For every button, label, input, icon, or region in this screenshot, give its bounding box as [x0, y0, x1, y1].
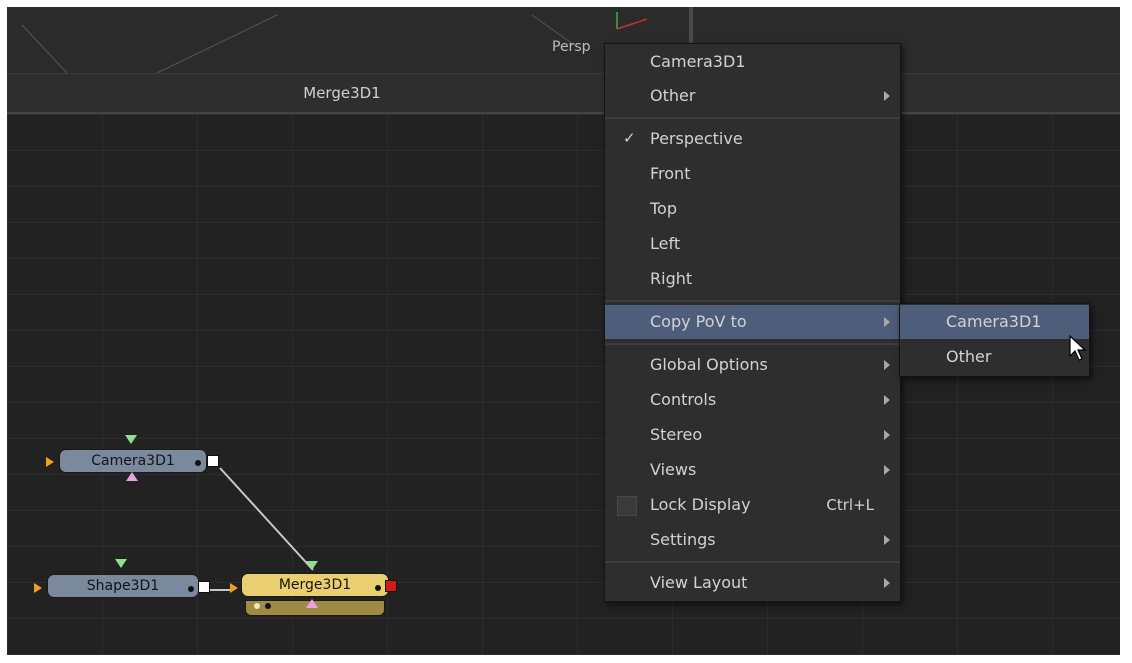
submenu-arrow-icon — [884, 578, 890, 588]
merge-input-triangle-icon[interactable] — [306, 561, 318, 570]
flow-title: Merge3D1 — [303, 84, 381, 102]
node-merge3d1-label: Merge3D1 — [278, 577, 352, 593]
camera-output-square-icon[interactable] — [207, 455, 219, 467]
submenu-arrow-icon — [884, 465, 890, 475]
node-shape3d1[interactable]: Shape3D1 — [47, 574, 199, 598]
menu-item-right[interactable]: Right — [605, 262, 900, 296]
camera-port-dot[interactable] — [195, 460, 201, 466]
menu-item-label: Global Options — [650, 355, 768, 374]
mouse-pointer-icon — [1069, 335, 1087, 361]
camera-mask-triangle-icon[interactable] — [126, 472, 138, 481]
checkbox-icon — [617, 496, 637, 516]
submenu-arrow-icon — [884, 395, 890, 405]
merge-sub-port-1[interactable] — [254, 603, 260, 609]
menu-separator — [605, 561, 900, 563]
merge-input-arrow-icon[interactable] — [230, 583, 238, 593]
menu-item-label: Front — [650, 164, 691, 183]
check-icon: ✓ — [623, 129, 636, 147]
menu-item-camera3d1[interactable]: Camera3D1 — [605, 45, 900, 79]
menu-item-label: Camera3D1 — [650, 52, 746, 71]
menu-separator — [605, 117, 900, 119]
merge-output-square-icon[interactable] — [385, 580, 397, 592]
menu-item-label: Copy PoV to — [650, 312, 747, 331]
merge-sub-port-2[interactable] — [265, 603, 271, 609]
menu-separator — [605, 300, 900, 302]
submenu-item-label: Other — [946, 347, 992, 366]
menu-item-stereo[interactable]: Stereo — [605, 418, 900, 452]
menu-item-controls[interactable]: Controls — [605, 383, 900, 417]
menu-item-label: Views — [650, 460, 697, 479]
menu-item-left[interactable]: Left — [605, 227, 900, 261]
submenu-arrow-icon — [884, 91, 890, 101]
flow-header: Merge3D1 — [7, 73, 1120, 115]
menu-item-front[interactable]: Front — [605, 157, 900, 191]
menu-item-label: Left — [650, 234, 681, 253]
menu-item-view-layout[interactable]: View Layout — [605, 566, 900, 600]
submenu-arrow-icon — [884, 360, 890, 370]
camera-input-arrow-icon[interactable] — [46, 457, 54, 467]
camera-input-triangle-icon[interactable] — [125, 435, 137, 444]
menu-item-label: Right — [650, 269, 693, 288]
node-shape3d1-label: Shape3D1 — [86, 578, 160, 594]
menu-item-other[interactable]: Other — [605, 79, 900, 113]
shape-output-square-icon[interactable] — [198, 581, 210, 593]
node-camera3d1[interactable]: Camera3D1 — [59, 449, 207, 473]
shape-port-dot[interactable] — [188, 586, 194, 592]
menu-item-perspective[interactable]: ✓ Perspective — [605, 122, 900, 156]
menu-item-label: Other — [650, 86, 696, 105]
menu-item-label: Controls — [650, 390, 717, 409]
node-merge3d1[interactable]: Merge3D1 — [241, 573, 389, 597]
menu-separator — [605, 343, 900, 345]
shape-input-triangle-icon[interactable] — [115, 559, 127, 568]
submenu-item-label: Camera3D1 — [946, 312, 1042, 331]
menu-item-shortcut: Ctrl+L — [826, 496, 874, 514]
submenu-arrow-icon — [884, 535, 890, 545]
menu-item-label: Lock Display — [650, 495, 751, 514]
menu-item-views[interactable]: Views — [605, 453, 900, 487]
menu-item-label: Top — [650, 199, 677, 218]
submenu-arrow-icon — [884, 430, 890, 440]
merge-port-dot[interactable] — [375, 585, 381, 591]
node-camera3d1-label: Camera3D1 — [91, 453, 175, 469]
copy-pov-submenu: Camera3D1 Other — [899, 303, 1090, 377]
submenu-item-camera3d1[interactable]: Camera3D1 — [900, 305, 1089, 339]
menu-item-label: Stereo — [650, 425, 703, 444]
submenu-item-other[interactable]: Other — [900, 340, 1089, 374]
app-window: Persp Merge3D1 Camera3D1 Shape3D1 Merge3… — [7, 7, 1120, 655]
shape-input-arrow-icon[interactable] — [34, 583, 42, 593]
merge-mask-triangle-icon[interactable] — [306, 599, 318, 608]
menu-item-lock-display[interactable]: Lock Display Ctrl+L — [605, 488, 900, 522]
menu-item-label: Settings — [650, 530, 716, 549]
viewport-label: Persp — [552, 39, 591, 55]
menu-item-label: View Layout — [650, 573, 748, 592]
menu-item-top[interactable]: Top — [605, 192, 900, 226]
context-menu: Camera3D1 Other ✓ Perspective Front Top … — [604, 43, 901, 602]
menu-item-settings[interactable]: Settings — [605, 523, 900, 557]
menu-item-label: Perspective — [650, 129, 743, 148]
menu-item-copy-pov[interactable]: Copy PoV to — [605, 305, 900, 339]
menu-item-global-options[interactable]: Global Options — [605, 348, 900, 382]
submenu-arrow-icon — [884, 317, 890, 327]
viewport-3d[interactable]: Persp — [7, 7, 1120, 73]
